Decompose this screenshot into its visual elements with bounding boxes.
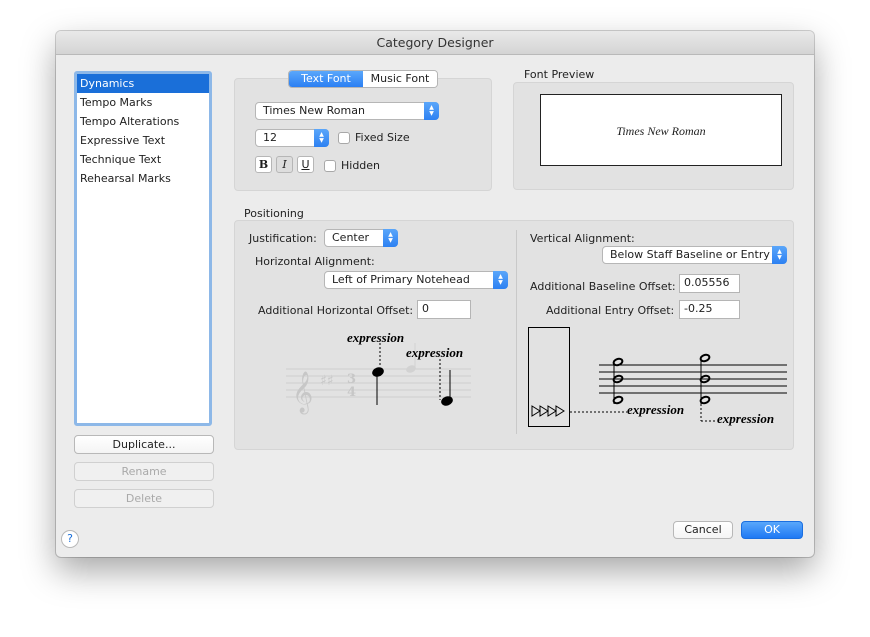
vertical-alignment-popup[interactable]: Below Staff Baseline or Entry ▲ ▼ <box>602 246 787 264</box>
italic-button[interactable]: I <box>276 156 293 173</box>
window-title: Category Designer <box>56 31 814 55</box>
category-item-technique-text[interactable]: Technique Text <box>77 150 209 169</box>
additional-horizontal-offset-label: Additional Horizontal Offset: <box>258 304 414 317</box>
category-item-dynamics[interactable]: Dynamics <box>77 74 209 93</box>
font-preview-heading: Font Preview <box>524 68 595 81</box>
additional-entry-offset-field[interactable]: -0.25 <box>679 300 740 319</box>
tab-text-font[interactable]: Text Font <box>289 71 363 87</box>
justification-label: Justification: <box>249 232 317 245</box>
expression-text: expression <box>717 411 774 426</box>
category-list[interactable]: Dynamics Tempo Marks Tempo Alterations E… <box>74 71 212 426</box>
svg-text:4: 4 <box>347 385 356 400</box>
rename-button[interactable]: Rename <box>74 462 214 481</box>
additional-baseline-offset-field[interactable]: 0.05556 <box>679 274 740 293</box>
popup-arrows-icon: ▲ ▼ <box>772 246 787 264</box>
expression-text: expression <box>406 345 463 360</box>
svg-text:♯♯: ♯♯ <box>320 373 334 389</box>
fixed-size-label: Fixed Size <box>355 131 410 144</box>
additional-entry-offset-label: Additional Entry Offset: <box>546 304 675 317</box>
category-item-rehearsal-marks[interactable]: Rehearsal Marks <box>77 169 209 188</box>
category-item-expressive-text[interactable]: Expressive Text <box>77 131 209 150</box>
justification-popup[interactable]: Center ▲ ▼ <box>324 229 398 247</box>
horizontal-alignment-popup[interactable]: Left of Primary Notehead ▲ ▼ <box>324 271 508 289</box>
popup-arrows-icon: ▲ ▼ <box>493 271 508 289</box>
ok-button[interactable]: OK <box>741 521 803 539</box>
font-size-value: 12 <box>263 131 277 144</box>
popup-arrows-icon: ▲ ▼ <box>383 229 398 247</box>
svg-text:𝄞: 𝄞 <box>292 371 313 414</box>
font-preview-sample: Times New Roman <box>540 94 782 166</box>
positioning-heading: Positioning <box>244 207 304 220</box>
bold-button[interactable]: B <box>255 156 272 173</box>
fixed-size-checkbox[interactable] <box>338 132 350 144</box>
horizontal-alignment-label: Horizontal Alignment: <box>255 255 375 268</box>
vertical-alignment-value: Below Staff Baseline or Entry <box>610 248 770 261</box>
positioning-divider <box>516 230 517 434</box>
hidden-checkbox[interactable] <box>324 160 336 172</box>
vertical-alignment-diagram: expression expression <box>528 327 787 427</box>
vertical-alignment-label: Vertical Alignment: <box>530 232 635 245</box>
popup-arrows-icon: ▲ ▼ <box>314 129 329 147</box>
horizontal-alignment-diagram: 𝄞 ♯♯ 3 4 expression expression <box>286 330 471 414</box>
cancel-button[interactable]: Cancel <box>673 521 733 539</box>
category-designer-window: Category Designer Dynamics Tempo Marks T… <box>56 31 814 557</box>
expression-text: expression <box>627 402 684 417</box>
additional-horizontal-offset-field[interactable]: 0 <box>417 300 471 319</box>
help-button[interactable]: ? <box>61 530 79 548</box>
font-tab-control[interactable]: Text Font Music Font <box>288 70 438 88</box>
delete-button[interactable]: Delete <box>74 489 214 508</box>
popup-arrows-icon: ▲ ▼ <box>424 102 439 120</box>
font-family-popup[interactable]: Times New Roman ▲ ▼ <box>255 102 439 120</box>
horizontal-alignment-value: Left of Primary Notehead <box>332 273 470 286</box>
additional-baseline-offset-label: Additional Baseline Offset: <box>530 280 676 293</box>
underline-button[interactable]: U <box>297 156 314 173</box>
hidden-label: Hidden <box>341 159 381 172</box>
category-item-tempo-marks[interactable]: Tempo Marks <box>77 93 209 112</box>
expression-text: expression <box>347 330 404 345</box>
category-item-tempo-alterations[interactable]: Tempo Alterations <box>77 112 209 131</box>
justification-value: Center <box>332 231 370 244</box>
tab-music-font[interactable]: Music Font <box>363 71 437 87</box>
font-size-combo[interactable]: 12 ▲ ▼ <box>255 129 329 147</box>
duplicate-button[interactable]: Duplicate... <box>74 435 214 454</box>
font-family-value: Times New Roman <box>263 104 365 117</box>
